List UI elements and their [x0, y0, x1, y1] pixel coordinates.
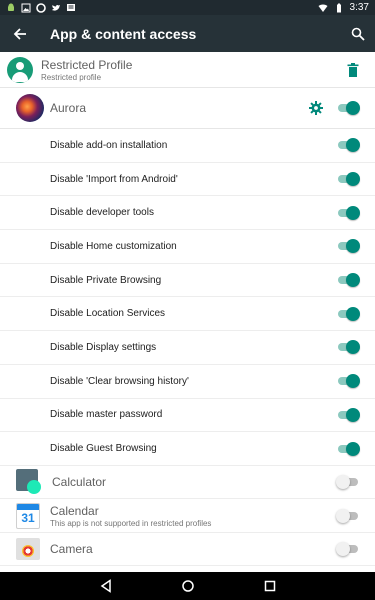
delete-profile-button[interactable]: [345, 61, 361, 79]
restriction-toggle[interactable]: [336, 340, 360, 355]
battery-icon: [336, 3, 341, 12]
avatar: [7, 56, 33, 83]
aurora-settings-button[interactable]: [306, 98, 326, 118]
back-button[interactable]: [0, 15, 40, 52]
restriction-toggle[interactable]: [336, 239, 360, 254]
restriction-label: Disable Private Browsing: [50, 274, 162, 286]
restriction-label: Disable Location Services: [50, 308, 166, 320]
status-bar: 3:37: [0, 0, 375, 15]
navigation-bar: [0, 572, 375, 600]
restriction-label: Disable developer tools: [50, 207, 154, 219]
calendar-app-icon: 31: [16, 502, 40, 529]
restriction-label: Disable 'Clear browsing history': [50, 375, 189, 387]
nav-recents-button[interactable]: [259, 575, 281, 597]
content-list: Restricted Profile Restricted profile Au…: [0, 52, 375, 572]
app-label-calendar: Calendar: [50, 503, 99, 518]
restriction-row-home-customization[interactable]: Disable Home customization: [0, 230, 375, 264]
nav-back-button[interactable]: [95, 575, 117, 597]
restriction-row-developer-tools[interactable]: Disable developer tools: [0, 196, 375, 231]
profile-text: Restricted Profile Restricted profile: [41, 58, 132, 82]
restriction-toggle[interactable]: [336, 172, 360, 187]
profile-row[interactable]: Restricted Profile Restricted profile: [0, 52, 375, 88]
restriction-label: Disable Guest Browsing: [50, 443, 157, 455]
search-button[interactable]: [341, 15, 375, 52]
status-system: 3:37: [318, 2, 369, 13]
restriction-row-private-browsing[interactable]: Disable Private Browsing: [0, 264, 375, 298]
restriction-row-import[interactable]: Disable 'Import from Android': [0, 163, 375, 197]
profile-subtitle: Restricted profile: [41, 72, 102, 82]
calculator-toggle[interactable]: [336, 475, 358, 490]
opera-icon: [36, 2, 46, 13]
app-label-camera: Camera: [50, 542, 93, 557]
profile-name: Restricted Profile: [41, 57, 133, 72]
restriction-row-clear-history[interactable]: Disable 'Clear browsing history': [0, 365, 375, 399]
trash-icon: [347, 62, 359, 77]
restriction-label: Disable master password: [50, 409, 163, 421]
restriction-toggle[interactable]: [336, 273, 360, 288]
restriction-row-location-services[interactable]: Disable Location Services: [0, 297, 375, 332]
restriction-row-master-password[interactable]: Disable master password: [0, 399, 375, 433]
back-triangle-icon: [100, 579, 111, 593]
app-row-aurora[interactable]: Aurora: [0, 88, 375, 129]
status-time: 3:37: [349, 2, 369, 13]
restriction-label: Disable 'Import from Android': [50, 173, 178, 185]
calendar-text: Calendar This app is not supported in re…: [50, 504, 211, 528]
app-row-calculator[interactable]: Calculator: [0, 466, 375, 500]
app-label-calculator: Calculator: [52, 475, 107, 490]
calculator-app-icon: [16, 469, 42, 495]
restriction-label: Disable add-on installation: [50, 139, 168, 151]
restriction-row-display-settings[interactable]: Disable Display settings: [0, 331, 375, 365]
page-title: App & content access: [50, 25, 197, 42]
restriction-toggle[interactable]: [336, 205, 360, 220]
restriction-toggle[interactable]: [336, 306, 360, 321]
restriction-label: Disable Display settings: [50, 341, 157, 353]
restriction-toggle[interactable]: [336, 138, 360, 153]
message-icon: [67, 3, 75, 11]
wifi-icon: [318, 4, 328, 12]
restriction-toggle[interactable]: [336, 407, 360, 422]
home-circle-icon: [181, 580, 194, 592]
aurora-app-icon: [16, 94, 44, 122]
arrow-back-icon: [13, 27, 26, 40]
gear-icon: [309, 101, 323, 115]
image-icon: [21, 3, 31, 12]
recents-square-icon: [264, 580, 275, 592]
restriction-row-add-on[interactable]: Disable add-on installation: [0, 129, 375, 163]
app-bar: App & content access: [0, 15, 375, 52]
android-icon: [8, 3, 14, 11]
restriction-row-guest-browsing[interactable]: Disable Guest Browsing: [0, 432, 375, 466]
app-row-camera[interactable]: Camera: [0, 533, 375, 567]
restriction-toggle[interactable]: [336, 374, 360, 389]
app-row-calendar[interactable]: 31 Calendar This app is not supported in…: [0, 499, 375, 533]
camera-toggle[interactable]: [336, 542, 358, 557]
aurora-toggle[interactable]: [336, 101, 360, 115]
search-icon: [351, 27, 365, 41]
calendar-icon-number: 31: [21, 510, 35, 525]
nav-home-button[interactable]: [177, 575, 199, 597]
camera-app-icon: [16, 538, 40, 561]
app-label-aurora: Aurora: [50, 101, 87, 115]
restriction-toggle[interactable]: [336, 441, 360, 456]
restriction-label: Disable Home customization: [50, 240, 177, 252]
status-notifications: [6, 2, 76, 13]
calendar-toggle[interactable]: [336, 508, 358, 523]
twitter-icon: [52, 4, 60, 11]
calendar-unsupported-note: This app is not supported in restricted …: [50, 518, 212, 528]
